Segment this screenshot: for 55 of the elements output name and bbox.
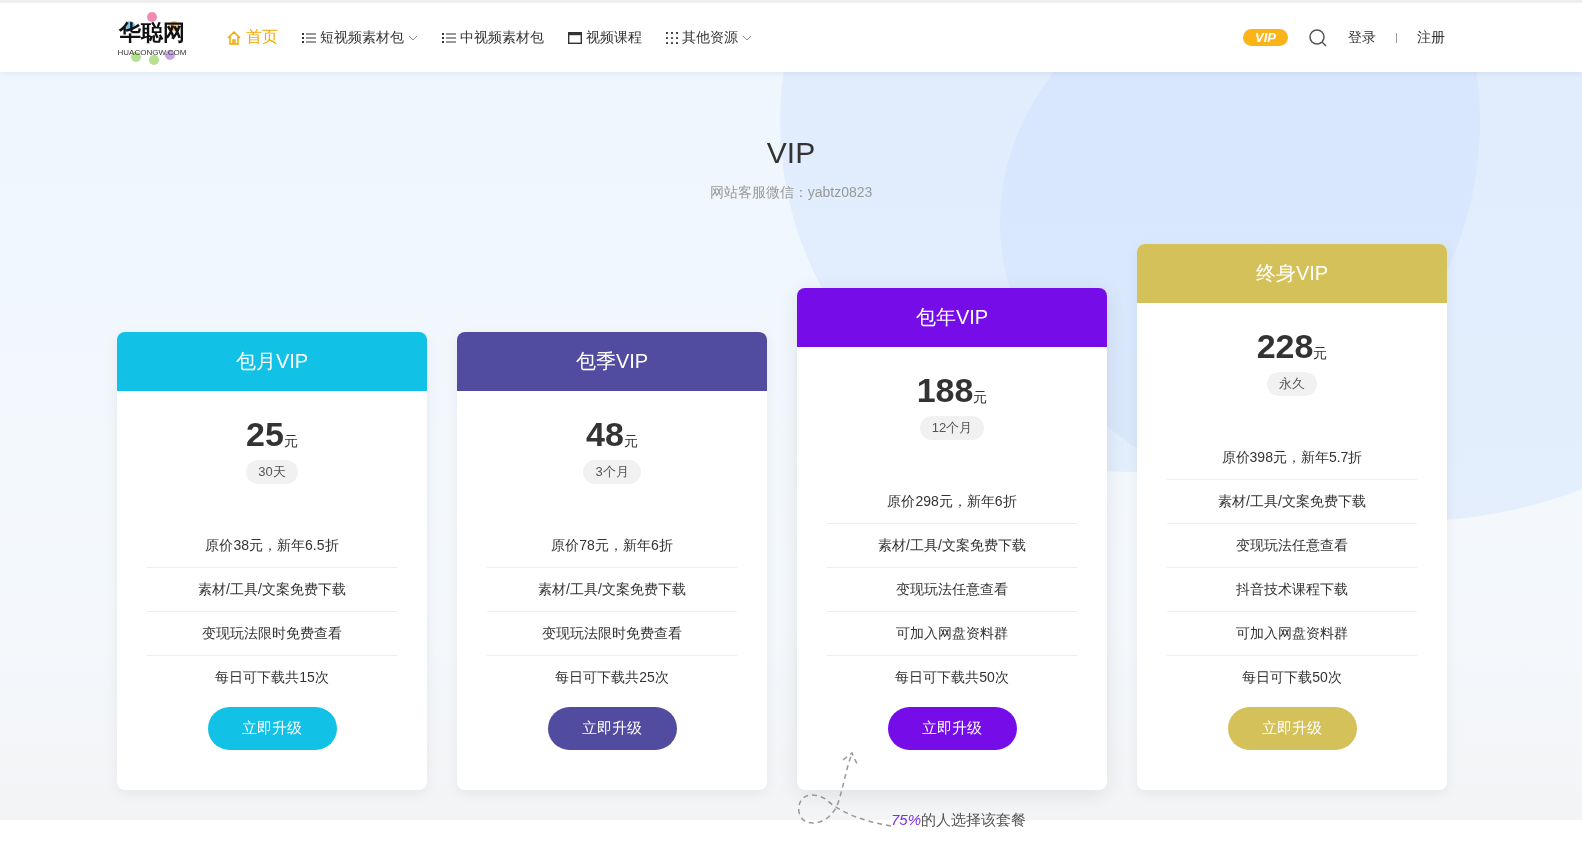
upgrade-button[interactable]: 立即升级: [547, 707, 677, 750]
nav-link[interactable]: 其他资源: [666, 28, 752, 47]
plan-feature: 变现玩法任意查看: [1167, 523, 1417, 567]
list-icon: [442, 31, 456, 44]
search-icon[interactable]: [1308, 27, 1328, 48]
plan-header: 包年VIP: [797, 288, 1107, 347]
plan-price: 188: [916, 371, 974, 410]
plan-feature: 原价78元，新年6折: [550, 535, 674, 555]
plan-header: 终身VIP: [1137, 244, 1447, 303]
price-unit: 元: [283, 433, 298, 451]
popularity-note: 75%的人选择该套餐: [891, 811, 1027, 830]
plan-period: 30天: [246, 460, 298, 484]
logo[interactable]: 华聪网 HUACONGW.COM: [116, 11, 188, 64]
window-icon: [568, 31, 582, 44]
plan-feature: 每日可下载共25次: [487, 655, 737, 699]
plan-feature: 素材/工具/文案免费下载: [827, 523, 1077, 567]
plan-price: 25: [246, 415, 284, 454]
login-link[interactable]: 登录: [1348, 28, 1376, 47]
nav-link[interactable]: 视频课程: [568, 28, 642, 47]
price-unit: 元: [1313, 345, 1328, 363]
plan-feature: 每日可下载50次: [1167, 655, 1417, 699]
page-title: VIP: [766, 136, 816, 170]
logo-text: 华聪网: [119, 19, 185, 47]
grid-icon: [666, 31, 678, 44]
plan-header: 包月VIP: [117, 332, 427, 391]
plan-header: 包季VIP: [457, 332, 767, 391]
plan-feature: 变现玩法任意查看: [827, 567, 1077, 611]
home-icon: [226, 29, 242, 46]
plan-feature: 每日可下载共50次: [827, 655, 1077, 699]
plan-feature: 可加入网盘资料群: [827, 611, 1077, 655]
plan-feature: 原价38元，新年6.5折: [204, 535, 340, 555]
plan-price: 48: [586, 415, 624, 454]
plan-feature: 变现玩法限时免费查看: [487, 611, 737, 655]
plan-feature: 原价398元，新年5.7折: [1220, 447, 1364, 467]
plan-period: 3个月: [583, 460, 641, 484]
plan-feature: 变现玩法限时免费查看: [147, 611, 397, 655]
plan-feature: 原价298元，新年6折: [886, 491, 1018, 511]
price-unit: 元: [623, 433, 638, 451]
upgrade-button[interactable]: 立即升级: [887, 707, 1017, 750]
price-unit: 元: [973, 389, 988, 407]
plan-feature: 素材/工具/文案免费下载: [487, 567, 737, 611]
plan-price: 228: [1256, 327, 1314, 366]
register-link[interactable]: 注册: [1417, 28, 1445, 47]
plan-feature: 每日可下载共15次: [147, 655, 397, 699]
plan-feature: 可加入网盘资料群: [1167, 611, 1417, 655]
plan-feature: 素材/工具/文案免费下载: [147, 567, 397, 611]
plan-feature: 素材/工具/文案免费下载: [1167, 479, 1417, 523]
nav-link[interactable]: 中视频素材包: [442, 28, 544, 47]
plan-period: 永久: [1267, 372, 1317, 396]
logo-subtext: HUACONGW.COM: [117, 48, 187, 57]
nav-link[interactable]: 短视频素材包: [302, 28, 418, 47]
page-subtitle: 网站客服微信：yabtz0823: [709, 184, 873, 202]
plan-period: 12个月: [919, 416, 985, 440]
plan-feature: 抖音技术课程下载: [1167, 567, 1417, 611]
list-icon: [302, 31, 316, 44]
